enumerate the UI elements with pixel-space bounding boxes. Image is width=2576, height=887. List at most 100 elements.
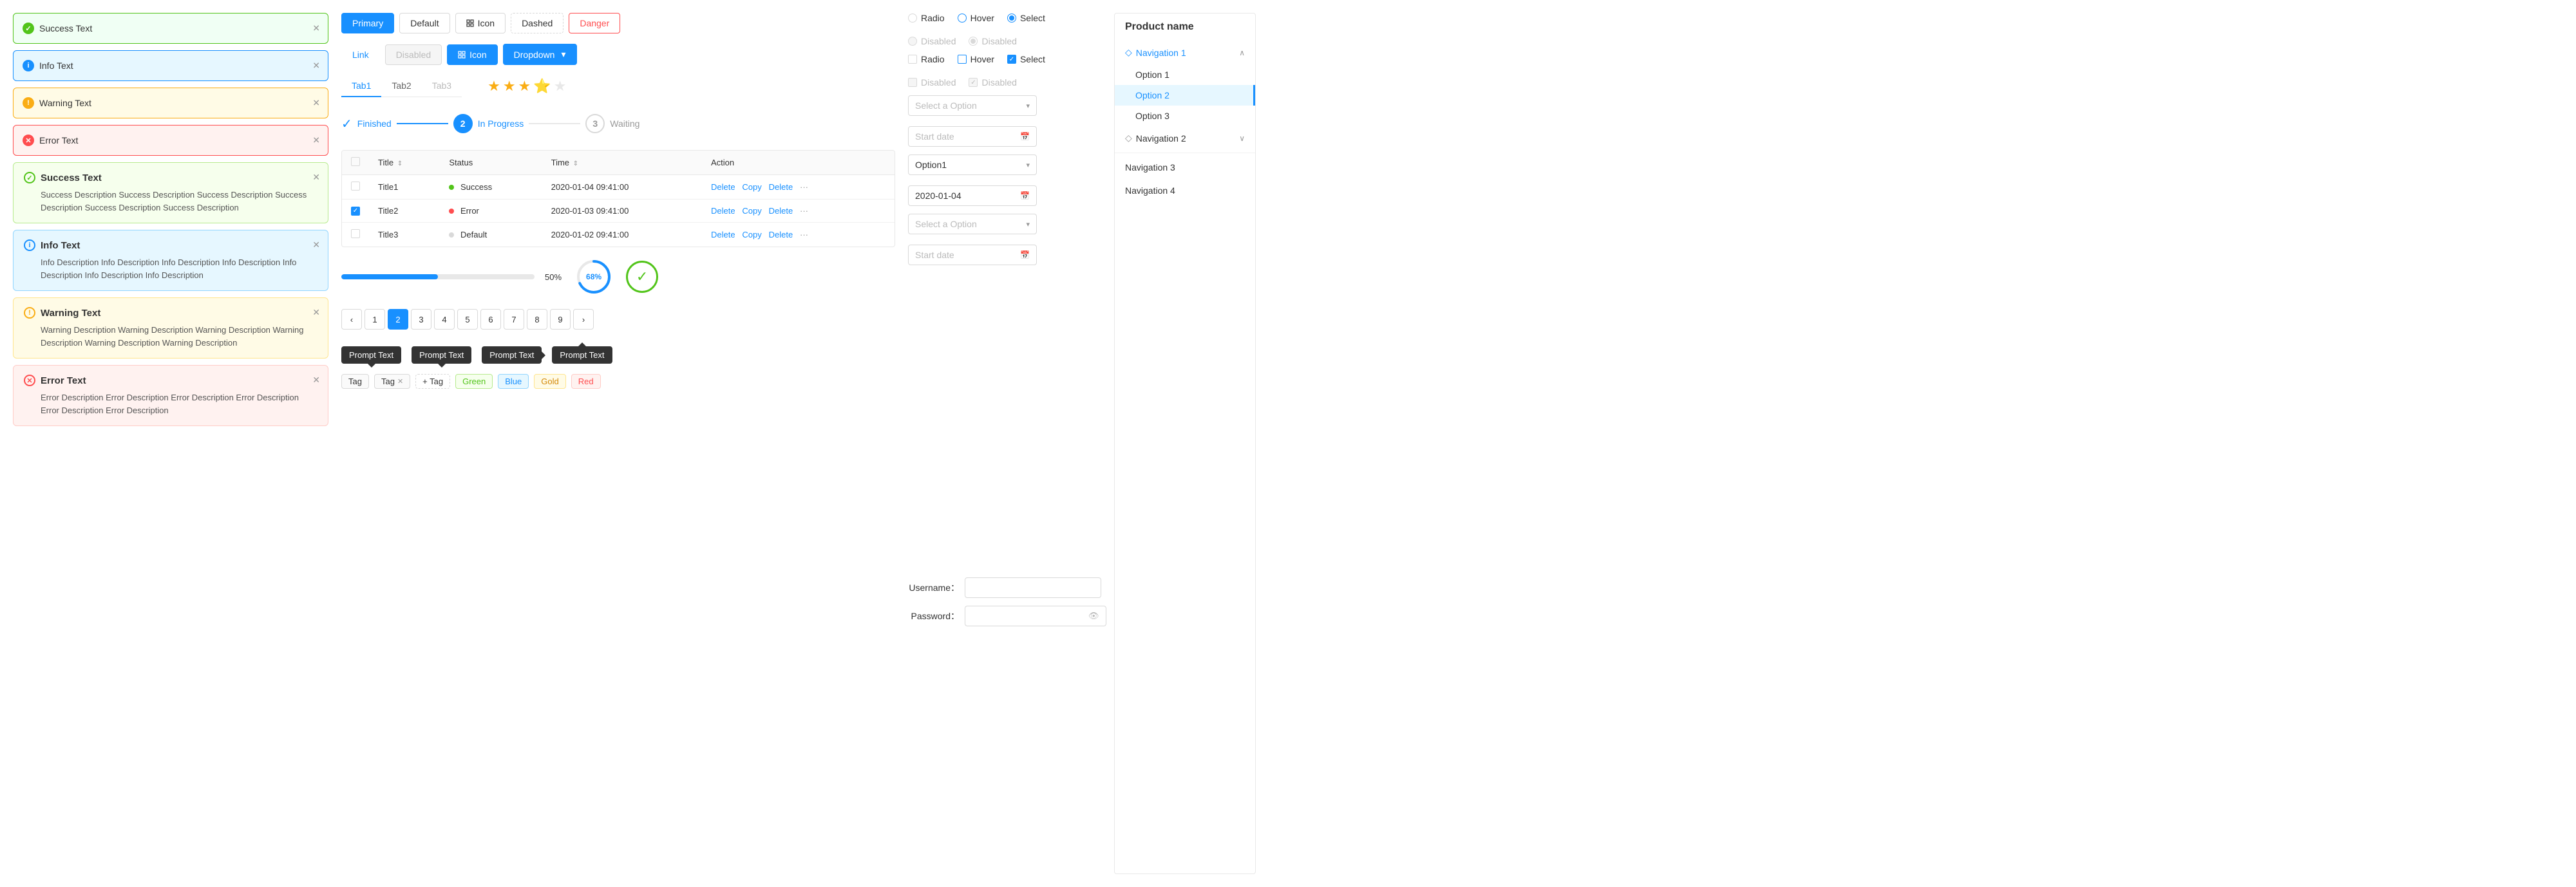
tab-tab2[interactable]: Tab2 — [381, 75, 421, 97]
alert-close-button[interactable]: ✕ — [312, 23, 320, 34]
alert-warning-simple: ! Warning Text ✕ — [13, 88, 328, 118]
tab-tab1[interactable]: Tab1 — [341, 75, 381, 97]
step-finished: ✓ Finished — [341, 116, 392, 132]
nav-option2[interactable]: Option 2 — [1115, 85, 1255, 106]
star-2[interactable]: ★ — [503, 78, 516, 95]
page-7-button[interactable]: 7 — [504, 309, 524, 330]
page-5-button[interactable]: 5 — [457, 309, 478, 330]
delete-link-2[interactable]: Delete — [711, 206, 735, 216]
radio-unchecked-circle[interactable] — [908, 14, 917, 23]
row-1-checkbox[interactable] — [351, 182, 360, 191]
icon-button[interactable]: Icon — [455, 13, 506, 33]
star-3[interactable]: ★ — [518, 78, 531, 95]
delete-link-2b[interactable]: Delete — [769, 206, 793, 216]
delete-link-3[interactable]: Delete — [711, 230, 735, 239]
select-placeholder-1[interactable]: Select a Option ▾ — [908, 95, 1037, 116]
page-9-button[interactable]: 9 — [550, 309, 571, 330]
select-option1[interactable]: Option1 ▾ — [908, 154, 1037, 175]
tag-label: Tag — [381, 377, 395, 386]
delete-link-3b[interactable]: Delete — [769, 230, 793, 239]
page-6-button[interactable]: 6 — [480, 309, 501, 330]
tooltip-3-text: Prompt Text — [489, 350, 534, 360]
more-dots-1[interactable]: ··· — [800, 182, 808, 192]
nav-option1[interactable]: Option 1 — [1115, 64, 1255, 85]
page-8-button[interactable]: 8 — [527, 309, 547, 330]
star-4[interactable]: ⭐ — [533, 78, 551, 95]
page-1-button[interactable]: 1 — [365, 309, 385, 330]
copy-link-1[interactable]: Copy — [742, 182, 761, 192]
nav-item-navigation3[interactable]: Navigation 3 — [1115, 156, 1255, 179]
tooltip-4: Prompt Text — [552, 346, 612, 364]
copy-link-3[interactable]: Copy — [742, 230, 761, 239]
star-rating[interactable]: ★ ★ ★ ⭐ ★ — [488, 78, 566, 95]
alert-close-button[interactable]: ✕ — [312, 375, 320, 386]
checkbox-checked: ✓ Select — [1007, 54, 1045, 64]
password-input-wrapper[interactable]: 👁 — [965, 606, 1106, 626]
copy-link-2[interactable]: Copy — [742, 206, 761, 216]
tooltip-4-box: Prompt Text — [552, 346, 612, 364]
navigation-panel: Product name ◇ Navigation 1 ∧ Option 1 O… — [1114, 13, 1256, 874]
row-status-text: Success — [460, 182, 492, 192]
alert-close-button[interactable]: ✕ — [312, 135, 320, 146]
checkbox-checked-sq[interactable]: ✓ — [1007, 55, 1016, 64]
username-input[interactable] — [965, 577, 1101, 598]
more-dots-3[interactable]: ··· — [800, 230, 808, 239]
select-placeholder-2[interactable]: Select a Option ▾ — [908, 214, 1037, 234]
alert-close-button[interactable]: ✕ — [312, 98, 320, 109]
alert-close-button[interactable]: ✕ — [312, 307, 320, 318]
danger-button[interactable]: Danger — [569, 13, 620, 33]
star-1[interactable]: ★ — [488, 78, 500, 95]
nav-item-navigation1[interactable]: ◇ Navigation 1 ∧ — [1115, 41, 1255, 64]
nav-option3[interactable]: Option 3 — [1115, 106, 1255, 126]
row-title-cell: Title2 — [369, 200, 440, 223]
password-label: Password： — [908, 610, 960, 622]
radio-hover-circle[interactable] — [958, 14, 967, 23]
sort-icon[interactable]: ⇕ — [397, 160, 402, 167]
radio-checked-label: Select — [1020, 13, 1045, 23]
nav-item-navigation2[interactable]: ◇ Navigation 2 ∨ — [1115, 126, 1255, 150]
dashed-button[interactable]: Dashed — [511, 13, 564, 33]
datepicker-1[interactable]: Start date 📅 — [908, 126, 1037, 147]
password-input[interactable] — [972, 611, 1088, 621]
delete-link-1[interactable]: Delete — [711, 182, 735, 192]
more-dots-2[interactable]: ··· — [800, 206, 808, 216]
eye-icon[interactable]: 👁 — [1088, 611, 1099, 621]
link-button[interactable]: Link — [341, 44, 380, 65]
page-3-button[interactable]: 3 — [411, 309, 431, 330]
button-row-1: Primary Default Icon Dashed Danger — [341, 13, 895, 33]
delete-link-1b[interactable]: Delete — [769, 182, 793, 192]
circle-progress: 68% — [574, 257, 613, 296]
checkbox-unchecked-sq[interactable] — [908, 55, 917, 64]
datepicker-2[interactable]: 2020-01-04 📅 — [908, 185, 1037, 206]
page-prev-button[interactable]: ‹ — [341, 309, 362, 330]
alert-close-button[interactable]: ✕ — [312, 239, 320, 250]
row-checkbox-cell — [342, 175, 369, 200]
checkbox-hover-sq[interactable] — [958, 55, 967, 64]
radio-checked-circle[interactable] — [1007, 14, 1016, 23]
row-2-checkbox[interactable]: ✓ — [351, 207, 360, 216]
page-4-button[interactable]: 4 — [434, 309, 455, 330]
tag-close-icon[interactable]: ✕ — [397, 377, 403, 386]
alert-close-button[interactable]: ✕ — [312, 172, 320, 183]
sort-icon-time[interactable]: ⇕ — [573, 160, 578, 167]
default-button[interactable]: Default — [399, 13, 450, 33]
datepicker-3[interactable]: Start date 📅 — [908, 245, 1037, 265]
tag-add[interactable]: + Tag — [415, 374, 450, 389]
alert-close-button[interactable]: ✕ — [312, 61, 320, 71]
row-3-checkbox[interactable] — [351, 229, 360, 238]
step-in-progress: 2 In Progress — [453, 114, 524, 133]
nav-item-navigation4[interactable]: Navigation 4 — [1115, 179, 1255, 202]
tag-blue-label: Blue — [505, 377, 522, 386]
dropdown-button[interactable]: Dropdown ▾ — [503, 44, 577, 65]
step-connector-2 — [529, 123, 580, 124]
checkbox-checked-label: Select — [1020, 54, 1045, 64]
page-2-button[interactable]: 2 — [388, 309, 408, 330]
radio-disabled-label: Disabled — [921, 36, 956, 46]
table-header-checkbox[interactable] — [351, 157, 360, 166]
primary-button[interactable]: Primary — [341, 13, 394, 33]
success-complex-icon: ✓ — [24, 172, 35, 183]
star-5[interactable]: ★ — [554, 78, 567, 95]
page-next-button[interactable]: › — [573, 309, 594, 330]
icon-blue-button[interactable]: Icon — [447, 44, 497, 65]
step-waiting: 3 Waiting — [585, 114, 639, 133]
